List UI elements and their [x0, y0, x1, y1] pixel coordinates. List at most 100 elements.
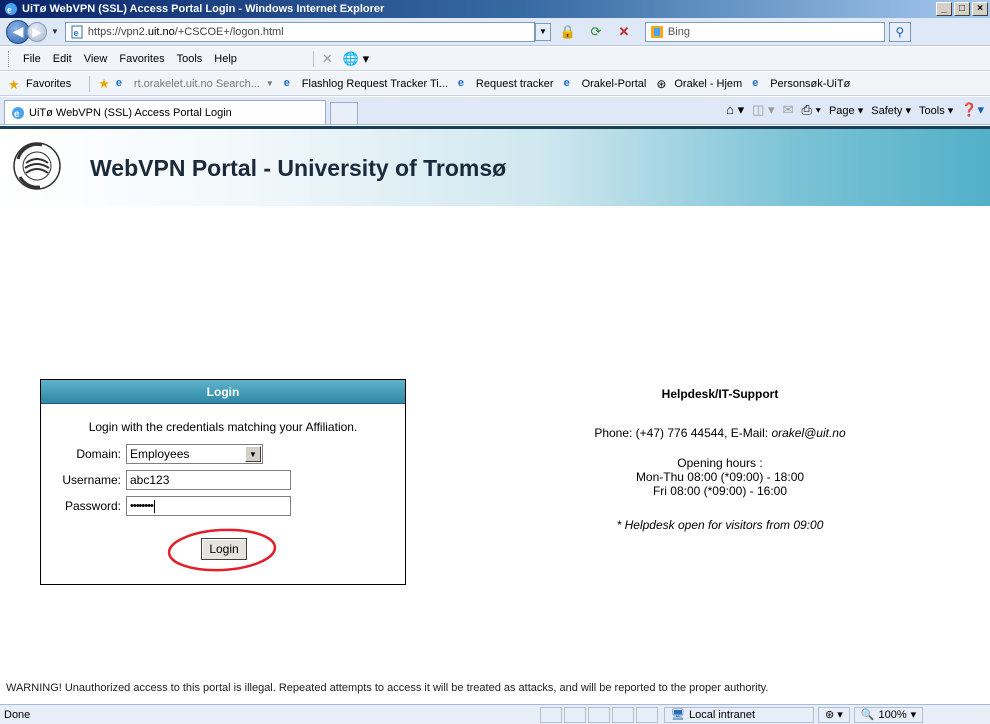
address-url[interactable]: https://vpn2.uit.no/+CSCOE+/logon.html: [88, 26, 534, 38]
minimize-button[interactable]: _: [936, 2, 952, 16]
svg-text:e: e: [14, 109, 20, 120]
menu-help[interactable]: Help: [208, 53, 243, 65]
university-seal-logo: [13, 142, 61, 190]
search-input[interactable]: Bing: [644, 21, 885, 42]
stop-icon[interactable]: ✕: [613, 21, 635, 43]
lock-icon[interactable]: 🔒: [557, 21, 579, 43]
password-field[interactable]: ••••••••: [126, 496, 291, 516]
tools-menu[interactable]: Tools ▾: [919, 104, 953, 117]
status-pane: [540, 706, 562, 723]
globe-icon: ⊛: [656, 76, 667, 91]
command-bar: ⌂ ▾ ◫ ▾ ✉ ⎙ ▾ Page ▾ Safety ▾ Tools ▾ ❓▾: [726, 96, 990, 124]
help-icon[interactable]: ❓▾: [961, 102, 984, 118]
helpdesk-info: Helpdesk/IT-Support Phone: (+47) 776 445…: [550, 379, 890, 532]
arrow-left-icon: ◀: [12, 23, 24, 39]
tab-bar: e UiTø WebVPN (SSL) Access Portal Login …: [0, 97, 990, 125]
protected-mode-indicator[interactable]: ⊛ ▾: [818, 706, 850, 723]
menu-file[interactable]: File: [17, 53, 47, 65]
internet-explorer-icon: e: [12, 106, 24, 120]
page-title: WebVPN Portal - University of Tromsø: [90, 155, 507, 181]
close-button[interactable]: ×: [972, 2, 988, 16]
new-tab-button[interactable]: [330, 102, 358, 124]
zoom-control[interactable]: 🔍 100% ▾: [853, 706, 924, 723]
favorites-button[interactable]: ★ Favorites: [8, 76, 71, 92]
search-placeholder: Bing: [667, 25, 690, 38]
zoom-icon: 🔍: [860, 709, 875, 721]
status-bar: Done 🖥 Local intranet ⊛ ▾ 🔍 100% ▾: [0, 704, 990, 724]
recent-pages-dropdown-icon[interactable]: ▼: [51, 27, 59, 36]
mail-icon[interactable]: ✉: [783, 102, 794, 118]
portal-banner: WebVPN Portal - University of Tromsø: [0, 129, 990, 206]
add-favorite-icon[interactable]: ★: [98, 76, 110, 92]
ie-page-icon: e: [563, 76, 570, 89]
close-toolbar-icon[interactable]: ✕: [322, 51, 333, 67]
favorite-request-tracker[interactable]: e Request tracker: [458, 77, 554, 91]
safety-menu[interactable]: Safety ▾: [871, 104, 911, 117]
ie-page-icon: e: [752, 76, 759, 89]
security-zone[interactable]: 🖥 Local intranet: [664, 706, 814, 723]
favorites-separator: [89, 75, 91, 92]
page-icon: e: [71, 25, 83, 38]
favorite-flashlog[interactable]: e Flashlog Request Tracker Ti...: [284, 77, 448, 91]
favorite-rt-search[interactable]: e rt.orakelet.uit.no Search... ▼: [116, 77, 274, 91]
search-icon: ⚲: [895, 24, 905, 39]
svg-text:e: e: [7, 5, 12, 16]
helpdesk-email: orakel@uit.no: [771, 426, 846, 440]
search-button[interactable]: ⚲: [888, 21, 911, 42]
ie-page-icon: e: [115, 76, 123, 89]
address-toolbar: ◀ ▶ ▼ e https://vpn2.uit.no/+CSCOE+/logo…: [0, 18, 990, 46]
menu-favorites[interactable]: Favorites: [113, 53, 170, 65]
toolbar-grip: [8, 50, 11, 67]
address-dropdown-button[interactable]: ▼: [534, 22, 551, 41]
favorite-orakel-portal[interactable]: e Orakel-Portal: [564, 77, 647, 91]
globe-icon: ⊛ ▾: [825, 709, 843, 721]
domain-row: Domain: Employees ▼: [41, 444, 263, 464]
menu-separator: [312, 50, 314, 67]
status-text: Done: [4, 708, 31, 721]
ie-page-icon: e: [283, 76, 290, 89]
intranet-icon: 🖥: [671, 708, 685, 721]
star-icon: ★: [8, 76, 20, 92]
internet-explorer-icon: e: [5, 3, 17, 16]
status-pane: [588, 706, 610, 723]
menu-view[interactable]: View: [78, 53, 114, 65]
home-icon[interactable]: ⌂ ▾: [726, 102, 744, 118]
address-bar[interactable]: e https://vpn2.uit.no/+CSCOE+/logon.html: [64, 21, 535, 42]
warning-notice: WARNING! Unauthorized access to this por…: [6, 682, 769, 694]
bing-icon: [650, 25, 663, 38]
tab-login-portal[interactable]: e UiTø WebVPN (SSL) Access Portal Login: [4, 100, 326, 124]
ie-page-icon: e: [457, 76, 465, 89]
chevron-down-icon[interactable]: ▼: [245, 446, 261, 462]
username-row: Username: abc123: [41, 470, 291, 490]
favorites-bar: ★ Favorites ★ e rt.orakelet.uit.no Searc…: [0, 72, 990, 96]
favorite-personsok[interactable]: e Personsøk-UiTø: [752, 77, 850, 91]
status-pane: [636, 706, 658, 723]
opening-hours: Opening hours : Mon-Thu 08:00 (*09:00) -…: [635, 456, 805, 498]
window-title-bar: e UiTø WebVPN (SSL) Access Portal Login …: [0, 0, 990, 18]
favorite-orakel-hjem[interactable]: ⊛ Orakel - Hjem: [656, 77, 742, 91]
menu-edit[interactable]: Edit: [47, 53, 78, 65]
status-pane: [612, 706, 634, 723]
helpdesk-contact: Phone: (+47) 776 44544, E-Mail: orakel@u…: [594, 426, 846, 440]
add-on-icon[interactable]: 🌐 ▾: [343, 51, 369, 67]
password-row: Password: ••••••••: [41, 496, 291, 516]
domain-select[interactable]: Employees ▼: [126, 444, 263, 464]
login-heading: Login: [41, 380, 405, 404]
username-label: Username:: [62, 473, 121, 487]
login-instructions: Login with the credentials matching your…: [88, 420, 358, 434]
arrow-right-icon: ▶: [32, 24, 42, 39]
dropdown-icon: ▼: [265, 79, 274, 88]
refresh-icon[interactable]: ⟳: [585, 21, 607, 43]
page-menu[interactable]: Page ▾: [829, 104, 863, 117]
menu-bar: File Edit View Favorites Tools Help ✕ 🌐 …: [0, 47, 990, 71]
login-button[interactable]: Login: [201, 538, 247, 560]
password-label: Password:: [64, 499, 121, 513]
menu-tools[interactable]: Tools: [171, 53, 209, 65]
visitor-hours-note: * Helpdesk open for visitors from 09:00: [616, 518, 824, 532]
forward-button[interactable]: ▶: [27, 21, 47, 42]
helpdesk-title: Helpdesk/IT-Support: [661, 387, 779, 401]
print-icon[interactable]: ⎙ ▾: [801, 102, 820, 118]
username-field[interactable]: abc123: [126, 470, 291, 490]
maximize-button[interactable]: □: [954, 2, 970, 16]
feeds-icon[interactable]: ◫ ▾: [752, 102, 774, 118]
